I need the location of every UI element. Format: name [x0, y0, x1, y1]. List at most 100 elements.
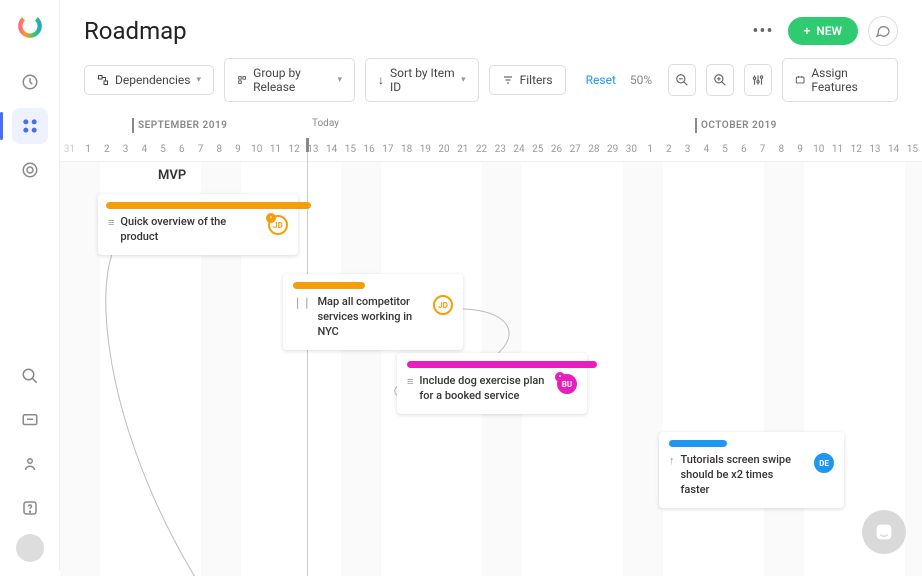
chat-icon[interactable]	[868, 16, 898, 46]
card-bar	[407, 361, 597, 368]
day-24: 24	[510, 138, 529, 161]
day-30: 30	[622, 138, 641, 161]
card-bar	[293, 282, 365, 289]
day-15: 15	[903, 138, 922, 161]
day-10: 10	[247, 138, 266, 161]
chevron-down-icon: ▾	[196, 75, 201, 85]
day-6: 6	[734, 138, 753, 161]
card-title: Map all competitor services working in N…	[317, 295, 423, 340]
day-9: 9	[791, 138, 810, 161]
day-11: 11	[828, 138, 847, 161]
day-3: 3	[116, 138, 135, 161]
nav-dashboard-icon[interactable]	[12, 64, 48, 100]
day-25: 25	[528, 138, 547, 161]
filter-icon	[502, 74, 514, 86]
nav-roadmap-icon[interactable]	[12, 108, 48, 144]
day-6: 6	[172, 138, 191, 161]
month-label-october: OCTOBER 2019	[701, 120, 777, 131]
more-menu-icon[interactable]: •••	[752, 21, 773, 42]
day-5: 5	[716, 138, 735, 161]
card-dog-exercise[interactable]: ≡ Include dog exercise plan for a booked…	[397, 353, 587, 414]
plus-icon: +	[804, 24, 811, 38]
day-28: 28	[585, 138, 604, 161]
group-label-mvp: MVP	[158, 168, 186, 183]
card-bar	[106, 202, 311, 209]
page-title: Roadmap	[84, 17, 752, 45]
day-21: 21	[453, 138, 472, 161]
day-31: 31	[60, 138, 79, 161]
zoom-in-button[interactable]	[706, 64, 734, 96]
day-29: 29	[603, 138, 622, 161]
day-2: 2	[97, 138, 116, 161]
day-8: 8	[210, 138, 229, 161]
day-12: 12	[285, 138, 304, 161]
card-title: Tutorials screen swipe should be x2 time…	[681, 453, 805, 498]
month-label-september: SEPTEMBER 2019	[138, 120, 227, 131]
app-logo[interactable]	[16, 12, 44, 40]
day-18: 18	[397, 138, 416, 161]
day-11: 11	[266, 138, 285, 161]
assignee-avatar[interactable]: DE	[814, 453, 834, 473]
card-bar	[669, 440, 727, 447]
dependencies-dropdown[interactable]: Dependencies▾	[84, 65, 214, 95]
day-4: 4	[135, 138, 154, 161]
day-8: 8	[772, 138, 791, 161]
chevron-down-icon: ▾	[337, 75, 342, 85]
day-9: 9	[229, 138, 248, 161]
day-17: 17	[378, 138, 397, 161]
zoom-level: 50%	[630, 73, 652, 87]
list-icon: ≡	[108, 216, 114, 229]
messages-icon[interactable]	[12, 402, 48, 438]
reset-zoom-link[interactable]: Reset	[586, 73, 616, 87]
day-10: 10	[809, 138, 828, 161]
card-tutorials-swipe[interactable]: ↑ Tutorials screen swipe should be x2 ti…	[659, 432, 844, 508]
card-quick-overview[interactable]: ≡ Quick overview of the product •JD	[98, 194, 298, 255]
search-icon[interactable]	[12, 358, 48, 394]
day-22: 22	[472, 138, 491, 161]
day-4: 4	[697, 138, 716, 161]
today-label: Today	[312, 118, 339, 129]
day-19: 19	[416, 138, 435, 161]
day-3: 3	[678, 138, 697, 161]
list-icon: ≡	[407, 375, 413, 388]
new-button[interactable]: +NEW	[788, 17, 858, 45]
day-27: 27	[566, 138, 585, 161]
user-avatar[interactable]	[16, 534, 44, 562]
sort-icon: ↓	[378, 73, 384, 87]
people-icon[interactable]	[12, 446, 48, 482]
nav-target-icon[interactable]	[12, 152, 48, 188]
pause-icon: ❘❘	[293, 296, 311, 309]
filters-button[interactable]: Filters	[489, 65, 566, 95]
day-7: 7	[191, 138, 210, 161]
day-7: 7	[753, 138, 772, 161]
card-title: Include dog exercise plan for a booked s…	[419, 374, 547, 404]
settings-button[interactable]	[744, 64, 772, 96]
day-2: 2	[660, 138, 679, 161]
card-title: Quick overview of the product	[120, 215, 258, 245]
day-1: 1	[79, 138, 98, 161]
assignee-avatar[interactable]: JD	[433, 295, 453, 315]
sort-by-dropdown[interactable]: ↓Sort by Item ID▾	[365, 58, 479, 102]
day-15: 15	[341, 138, 360, 161]
day-12: 12	[847, 138, 866, 161]
day-20: 20	[435, 138, 454, 161]
assignee-avatar[interactable]: •BU	[557, 374, 577, 394]
day-13: 13	[866, 138, 885, 161]
arrow-up-icon: ↑	[669, 454, 675, 467]
card-map-competitor[interactable]: ❘❘ Map all competitor services working i…	[283, 274, 463, 350]
group-icon	[237, 74, 247, 86]
assign-features-button[interactable]: Assign Features	[782, 58, 898, 102]
help-icon[interactable]	[12, 490, 48, 526]
assign-icon	[795, 74, 805, 86]
timeline[interactable]: SEPTEMBER 2019 OCTOBER 2019 Today 311234…	[60, 116, 922, 576]
day-16: 16	[360, 138, 379, 161]
day-1: 1	[641, 138, 660, 161]
day-26: 26	[547, 138, 566, 161]
chevron-down-icon: ▾	[461, 75, 466, 85]
assignee-avatar[interactable]: •JD	[268, 215, 288, 235]
day-scale: 3112345678910111213141516171819202122232…	[60, 138, 922, 162]
dependencies-icon	[97, 74, 109, 86]
group-by-dropdown[interactable]: Group by Release▾	[224, 58, 355, 102]
intercom-launcher[interactable]	[862, 510, 906, 554]
zoom-out-button[interactable]	[668, 64, 696, 96]
